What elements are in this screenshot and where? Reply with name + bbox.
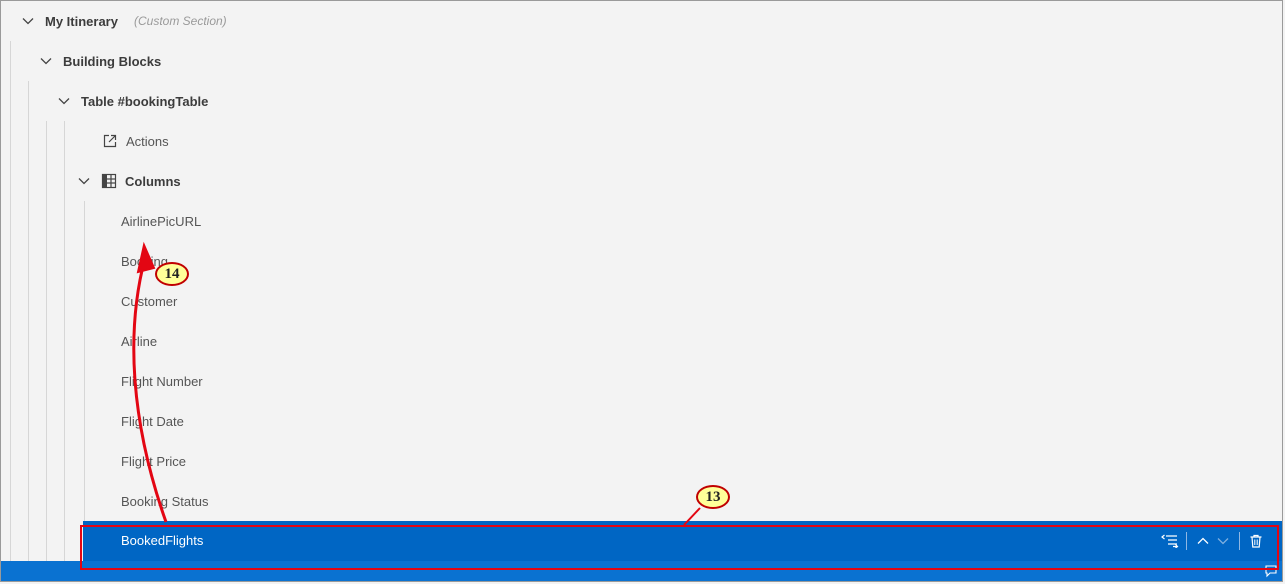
callout-13: 13	[696, 485, 730, 509]
annotation-arrow	[132, 241, 701, 526]
callout-14: 14	[155, 262, 189, 286]
